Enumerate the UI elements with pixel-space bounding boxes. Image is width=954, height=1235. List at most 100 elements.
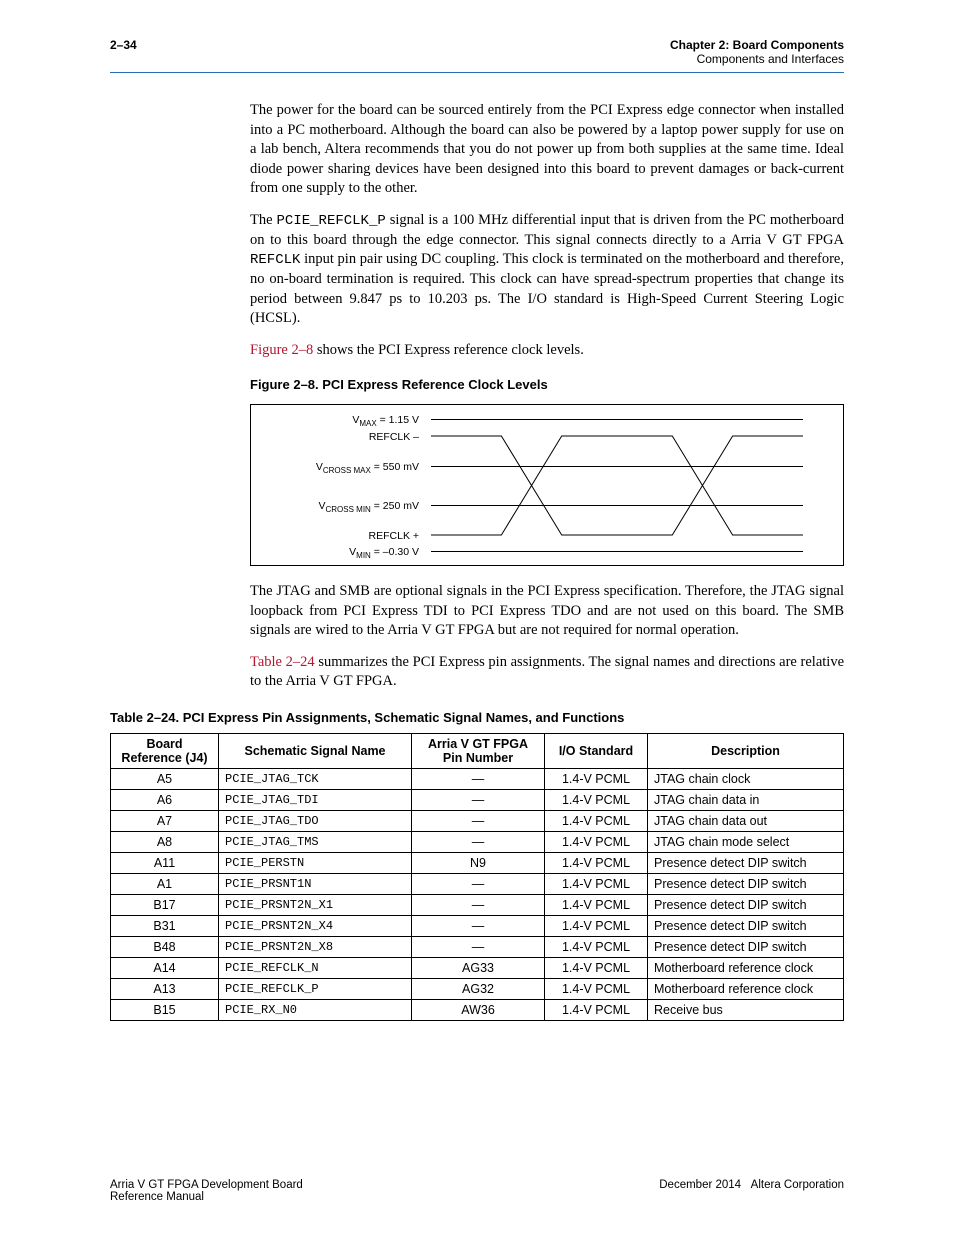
cell-io-standard: 1.4-V PCML — [545, 894, 648, 915]
cell-board-ref: A5 — [111, 768, 219, 789]
cell-signal-name: PCIE_PRSNT1N — [219, 873, 412, 894]
cell-signal-name: PCIE_PRSNT2N_X8 — [219, 936, 412, 957]
cell-signal-name: PCIE_REFCLK_N — [219, 957, 412, 978]
cell-description: JTAG chain mode select — [648, 831, 844, 852]
footer-corporation: Altera Corporation — [751, 1179, 844, 1191]
cell-signal-name: PCIE_JTAG_TDI — [219, 789, 412, 810]
cell-board-ref: B15 — [111, 999, 219, 1020]
cell-io-standard: 1.4-V PCML — [545, 873, 648, 894]
cell-signal-name: PCIE_REFCLK_P — [219, 978, 412, 999]
cell-io-standard: 1.4-V PCML — [545, 852, 648, 873]
table-row: A1PCIE_PRSNT1N—1.4-V PCMLPresence detect… — [111, 873, 844, 894]
table-header-row: Board Reference (J4) Schematic Signal Na… — [111, 733, 844, 768]
cell-io-standard: 1.4-V PCML — [545, 999, 648, 1020]
header-right: Chapter 2: Board Components Components a… — [670, 38, 844, 66]
cell-description: JTAG chain data out — [648, 810, 844, 831]
footer-date: December 2014 — [659, 1179, 741, 1191]
footer-doc-subtitle: Reference Manual — [110, 1191, 303, 1203]
page: 2–34 Chapter 2: Board Components Compone… — [0, 0, 954, 1235]
table-row: B17PCIE_PRSNT2N_X1—1.4-V PCMLPresence de… — [111, 894, 844, 915]
label-vmin: VMIN = –0.30 V — [349, 545, 419, 562]
cell-pin-number: N9 — [412, 852, 545, 873]
cell-board-ref: A14 — [111, 957, 219, 978]
cell-io-standard: 1.4-V PCML — [545, 831, 648, 852]
code-pcie-refclk-p: PCIE_REFCLK_P — [277, 213, 386, 229]
footer-doc-title: Arria V GT FPGA Development Board — [110, 1179, 303, 1191]
table-row: A8PCIE_JTAG_TMS—1.4-V PCMLJTAG chain mod… — [111, 831, 844, 852]
cell-io-standard: 1.4-V PCML — [545, 810, 648, 831]
cell-signal-name: PCIE_JTAG_TCK — [219, 768, 412, 789]
cell-pin-number: AG33 — [412, 957, 545, 978]
cell-board-ref: A11 — [111, 852, 219, 873]
chapter-title: Chapter 2: Board Components — [670, 38, 844, 52]
cell-pin-number: — — [412, 810, 545, 831]
cell-signal-name: PCIE_JTAG_TDO — [219, 810, 412, 831]
waveform-svg — [431, 417, 803, 553]
cell-board-ref: A8 — [111, 831, 219, 852]
paragraph-jtag-smb: The JTAG and SMB are optional signals in… — [250, 582, 844, 641]
pin-assignment-table: Board Reference (J4) Schematic Signal Na… — [110, 733, 844, 1021]
table-row: A5PCIE_JTAG_TCK—1.4-V PCMLJTAG chain clo… — [111, 768, 844, 789]
table-row: B31PCIE_PRSNT2N_X4—1.4-V PCMLPresence de… — [111, 915, 844, 936]
cell-signal-name: PCIE_PERSTN — [219, 852, 412, 873]
footer-right: December 2014 Altera Corporation — [659, 1179, 844, 1203]
page-number: 2–34 — [110, 38, 137, 52]
table-row: B15PCIE_RX_N0AW361.4-V PCMLReceive bus — [111, 999, 844, 1020]
section-title: Components and Interfaces — [670, 52, 844, 66]
table-caption: Table 2–24. PCI Express Pin Assignments,… — [110, 710, 844, 725]
cell-description: Presence detect DIP switch — [648, 873, 844, 894]
text: shows the PCI Express reference clock le… — [313, 342, 584, 358]
label-vcross-min: VCROSS MIN = 250 mV — [318, 499, 419, 516]
label-vcross-max: VCROSS MAX = 550 mV — [316, 460, 419, 477]
cell-description: Presence detect DIP switch — [648, 852, 844, 873]
cell-signal-name: PCIE_RX_N0 — [219, 999, 412, 1020]
text: The — [250, 212, 277, 228]
cell-description: Motherboard reference clock — [648, 978, 844, 999]
cell-board-ref: A13 — [111, 978, 219, 999]
cell-signal-name: PCIE_JTAG_TMS — [219, 831, 412, 852]
code-refclk: REFCLK — [250, 252, 300, 268]
cell-pin-number: — — [412, 894, 545, 915]
table-2-24-link[interactable]: Table 2–24 — [250, 654, 315, 670]
chart-area — [431, 417, 803, 553]
paragraph-power: The power for the board can be sourced e… — [250, 101, 844, 199]
cell-io-standard: 1.4-V PCML — [545, 978, 648, 999]
cell-io-standard: 1.4-V PCML — [545, 957, 648, 978]
cell-description: JTAG chain clock — [648, 768, 844, 789]
table-row: A7PCIE_JTAG_TDO—1.4-V PCMLJTAG chain dat… — [111, 810, 844, 831]
table-row: A6PCIE_JTAG_TDI—1.4-V PCMLJTAG chain dat… — [111, 789, 844, 810]
text: summarizes the PCI Express pin assignmen… — [250, 654, 844, 690]
cell-pin-number: — — [412, 768, 545, 789]
figure-2-8-link[interactable]: Figure 2–8 — [250, 342, 313, 358]
cell-io-standard: 1.4-V PCML — [545, 789, 648, 810]
cell-description: JTAG chain data in — [648, 789, 844, 810]
cell-description: Motherboard reference clock — [648, 957, 844, 978]
th-io-standard: I/O Standard — [545, 733, 648, 768]
th-signal-name: Schematic Signal Name — [219, 733, 412, 768]
refclk-minus-wave — [431, 436, 803, 535]
figure-2-8: VMAX = 1.15 V REFCLK – VCROSS MAX = 550 … — [250, 404, 844, 566]
th-board-ref: Board Reference (J4) — [111, 733, 219, 768]
text: input pin pair using DC coupling. This c… — [250, 251, 844, 326]
page-footer: Arria V GT FPGA Development Board Refere… — [110, 1179, 844, 1203]
cell-board-ref: B17 — [111, 894, 219, 915]
cell-signal-name: PCIE_PRSNT2N_X1 — [219, 894, 412, 915]
cell-signal-name: PCIE_PRSNT2N_X4 — [219, 915, 412, 936]
cell-pin-number: AW36 — [412, 999, 545, 1020]
cell-description: Presence detect DIP switch — [648, 936, 844, 957]
cell-board-ref: A1 — [111, 873, 219, 894]
cell-board-ref: A6 — [111, 789, 219, 810]
page-header: 2–34 Chapter 2: Board Components Compone… — [110, 38, 844, 73]
cell-io-standard: 1.4-V PCML — [545, 915, 648, 936]
cell-board-ref: B48 — [111, 936, 219, 957]
th-pin-number: Arria V GT FPGA Pin Number — [412, 733, 545, 768]
cell-pin-number: — — [412, 915, 545, 936]
th-description: Description — [648, 733, 844, 768]
label-vmax: VMAX = 1.15 V — [352, 413, 419, 430]
table-row: A11PCIE_PERSTNN91.4-V PCMLPresence detec… — [111, 852, 844, 873]
figure-caption: Figure 2–8. PCI Express Reference Clock … — [250, 376, 844, 394]
cell-description: Presence detect DIP switch — [648, 894, 844, 915]
footer-left: Arria V GT FPGA Development Board Refere… — [110, 1179, 303, 1203]
cell-io-standard: 1.4-V PCML — [545, 768, 648, 789]
table-row: B48PCIE_PRSNT2N_X8—1.4-V PCMLPresence de… — [111, 936, 844, 957]
